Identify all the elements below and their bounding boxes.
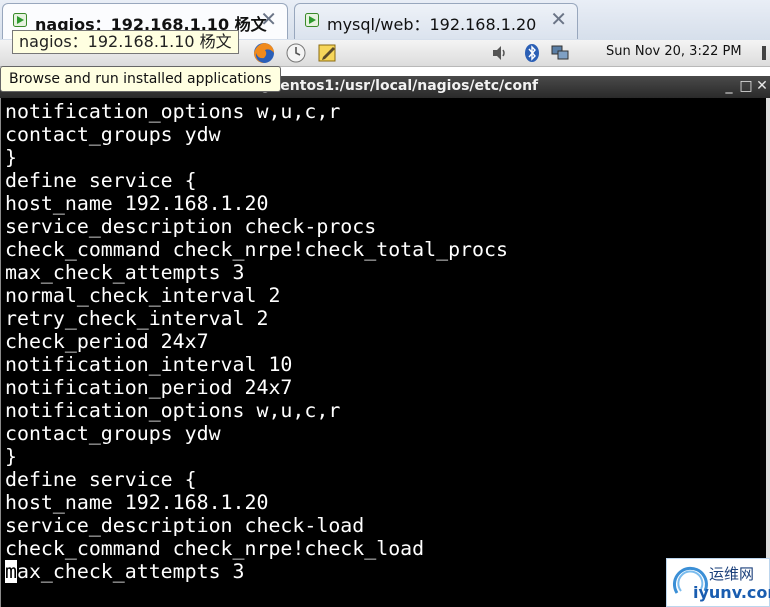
terminal-line: service_description check-procs	[5, 215, 377, 238]
terminal-play-icon	[305, 13, 319, 27]
terminal-line: define service {	[5, 468, 197, 491]
tab-mysql-web-title: mysql/web：192.168.1.20	[327, 15, 537, 34]
watermark-cn: 运维网	[709, 565, 755, 583]
terminal-line: notification_options w,u,c,r	[5, 399, 341, 422]
watermark-en: iyunv.com	[693, 583, 770, 602]
watermark-logo: 运维网 iyunv.com	[666, 558, 770, 607]
terminal-line: check_command check_nrpe!check_load	[5, 537, 425, 560]
terminal-play-icon	[13, 13, 27, 27]
bluetooth-icon[interactable]	[522, 43, 542, 63]
terminal-line: notification_period 24x7	[5, 376, 293, 399]
terminal-line: retry_check_interval 2	[5, 307, 269, 330]
tab-nagios-close-icon[interactable]: ✕	[260, 7, 277, 31]
terminal-line: contact_groups ydw	[5, 422, 221, 445]
minimize-button[interactable]: _	[720, 77, 738, 95]
terminal-line: contact_groups ydw	[5, 123, 221, 146]
terminal-line: max_check_attempts 3	[5, 560, 245, 583]
terminal-line: service_description check-load	[5, 514, 365, 537]
applications-tooltip: Browse and run installed applications	[0, 66, 281, 92]
close-window-button[interactable]: ✕	[753, 77, 770, 95]
terminal-line: max_check_attempts 3	[5, 261, 245, 284]
terminal-line: host_name 192.168.1.20	[5, 491, 269, 514]
terminal-line: }	[5, 146, 17, 169]
text-editor-icon[interactable]	[317, 42, 339, 64]
terminal-line: check_period 24x7	[5, 330, 209, 353]
power-icon[interactable]	[758, 44, 770, 62]
terminal-line: notification_interval 10	[5, 353, 293, 376]
tab-mysql-web-close-icon[interactable]: ✕	[550, 7, 567, 31]
terminal-scrollbar[interactable]	[766, 98, 770, 607]
terminal-line: }	[5, 445, 17, 468]
panel-clock[interactable]: Sun Nov 20, 3:22 PM	[606, 44, 742, 59]
firefox-icon[interactable]	[253, 42, 275, 64]
terminal-line: define service {	[5, 169, 197, 192]
terminal-line: notification_options w,u,c,r	[5, 100, 341, 123]
terminal-line: host_name 192.168.1.20	[5, 192, 269, 215]
terminal-line: normal_check_interval 2	[5, 284, 281, 307]
terminal-text: notification_options w,u,c,r contact_grou…	[5, 100, 508, 583]
terminal-title: @centos1:/usr/local/nagios/etc/conf	[258, 78, 539, 94]
network-icon[interactable]	[550, 43, 570, 63]
mail-clock-icon[interactable]	[285, 42, 307, 64]
volume-icon[interactable]	[490, 43, 510, 63]
tab-mysql-web[interactable]: mysql/web：192.168.1.20 ✕	[294, 3, 578, 39]
tab-tooltip: nagios：192.168.1.10 杨文	[12, 30, 239, 54]
text-cursor: m	[5, 560, 17, 583]
terminal-output[interactable]: notification_options w,u,c,r contact_grou…	[0, 98, 770, 607]
terminal-line: check_command check_nrpe!check_total_pro…	[5, 238, 508, 261]
